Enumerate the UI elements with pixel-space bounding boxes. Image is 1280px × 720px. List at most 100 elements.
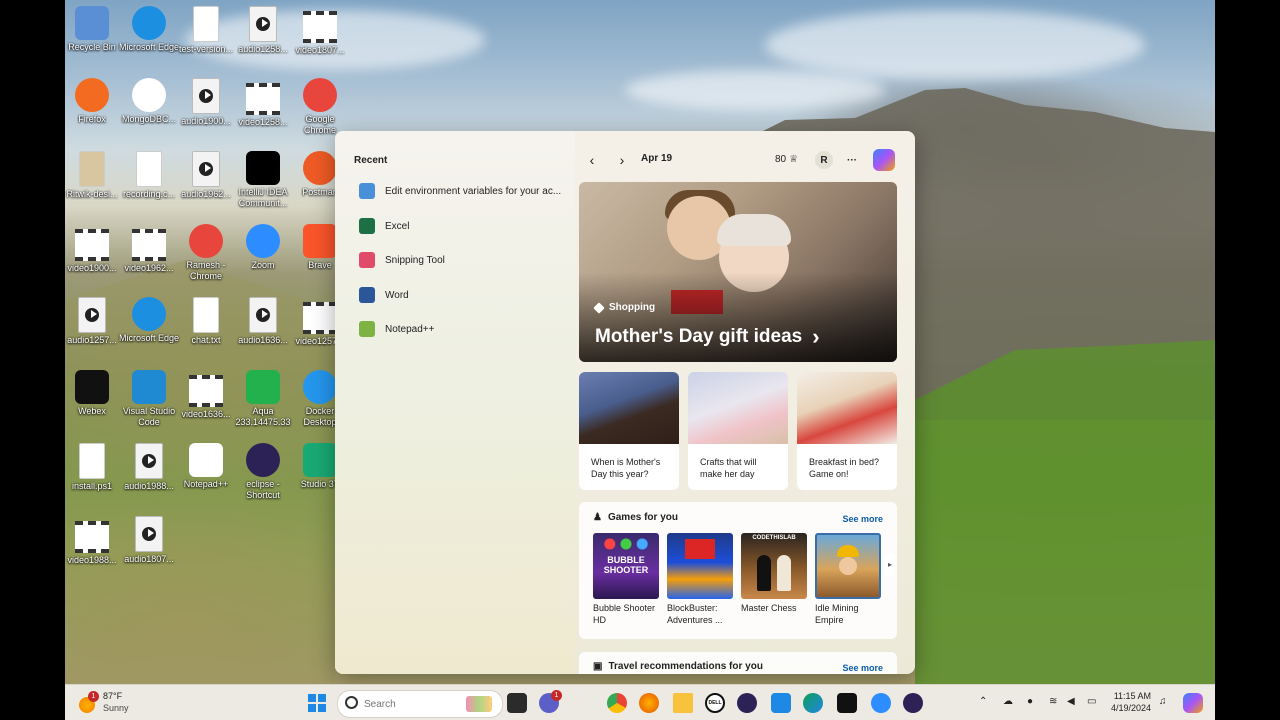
- video-file-icon: [303, 302, 337, 334]
- desktop-icon-label: recording.c...: [122, 189, 176, 199]
- desktop-icon-label: audio1988...: [124, 481, 174, 491]
- desktop-icon[interactable]: recording.c...: [118, 151, 180, 200]
- more-options-icon[interactable]: ···: [843, 151, 861, 169]
- wifi-icon[interactable]: ≋: [1049, 696, 1057, 707]
- desktop-icon[interactable]: audio1257...: [65, 297, 123, 346]
- desktop-icon[interactable]: video1807...: [289, 6, 351, 56]
- desktop-icon[interactable]: Notepad++: [175, 443, 237, 490]
- eclipse-icon[interactable]: [737, 693, 757, 713]
- speaker-icon[interactable]: ◀: [1067, 696, 1075, 707]
- news-card-1[interactable]: When is Mother's Day this year?: [579, 372, 679, 490]
- travel-see-more-link[interactable]: See more: [842, 663, 883, 673]
- desktop-icon[interactable]: Microsoft Edge: [118, 6, 180, 53]
- games-see-more-link[interactable]: See more: [842, 514, 883, 524]
- desktop-icon-label: audio1807...: [124, 554, 174, 564]
- avatar[interactable]: R: [815, 151, 833, 169]
- edge-icon[interactable]: [803, 693, 823, 713]
- desktop-icon[interactable]: chat.txt: [175, 297, 237, 346]
- search-input[interactable]: [362, 696, 466, 712]
- desktop-icon[interactable]: Google Chrome: [289, 78, 351, 136]
- desktop-icon[interactable]: audio1258...: [232, 6, 294, 55]
- desktop-icon[interactable]: video1962...: [118, 224, 180, 274]
- desktop-icon-label: audio1257...: [67, 335, 117, 345]
- recent-item[interactable]: Edit environment variables for your ac..…: [359, 181, 569, 201]
- battery-icon[interactable]: ▭: [1087, 696, 1096, 707]
- desktop-icon[interactable]: Zoom: [232, 224, 294, 271]
- notification-bell-icon[interactable]: ♫: [1159, 696, 1167, 707]
- clock[interactable]: 11:15 AM 4/19/2024: [1111, 690, 1151, 714]
- postman-icon: [303, 151, 337, 185]
- app-icon[interactable]: [771, 693, 791, 713]
- desktop-icon[interactable]: audio1962...: [175, 151, 237, 200]
- suitcase-icon: ▣: [593, 661, 603, 672]
- zoom-icon: [246, 224, 280, 258]
- taskbar-search[interactable]: [337, 690, 503, 718]
- card-caption: When is Mother's Day this year?: [591, 457, 661, 479]
- desktop-icon-label: test-version...: [178, 44, 234, 54]
- desktop-icon[interactable]: eclipse - Shortcut: [232, 443, 294, 501]
- desktop-icon[interactable]: video1900...: [65, 224, 123, 274]
- desktop-icon[interactable]: Webex: [65, 370, 123, 417]
- desktop-icon-label: IntelliJ IDEA Communit...: [238, 187, 288, 208]
- zoom-icon[interactable]: [871, 693, 891, 713]
- copilot-icon[interactable]: [873, 149, 895, 171]
- rewards-points[interactable]: 80 ♕: [775, 154, 798, 165]
- audio-file-icon: [192, 78, 220, 114]
- desktop-icon[interactable]: video1258...: [232, 78, 294, 128]
- hero-card[interactable]: Shopping Mother's Day gift ideas ›: [579, 182, 897, 362]
- scroll-right-icon[interactable]: ▸: [885, 554, 895, 576]
- weather-widget[interactable]: 1 87°F Sunny: [79, 691, 149, 717]
- desktop-icon[interactable]: Microsoft Edge: [118, 297, 180, 344]
- chevron-right-icon[interactable]: ›: [613, 151, 631, 169]
- game-tile-4[interactable]: Idle Mining Empire: [815, 533, 883, 626]
- hero-title-text: Mother's Day gift ideas: [595, 326, 803, 347]
- docker-icon: [303, 370, 337, 404]
- desktop-icon[interactable]: video1636...: [175, 370, 237, 420]
- microphone-icon[interactable]: ●: [1027, 696, 1033, 707]
- game-tile-1[interactable]: BUBBLE SHOOTER Bubble Shooter HD: [593, 533, 661, 626]
- desktop-icon[interactable]: video1988...: [65, 516, 123, 566]
- clock-time: 11:15 AM: [1113, 691, 1152, 701]
- webex-icon[interactable]: [837, 693, 857, 713]
- news-card-2[interactable]: Crafts that will make her day: [688, 372, 788, 490]
- file-explorer-icon[interactable]: [673, 693, 693, 713]
- desktop-icon[interactable]: Recycle Bin: [65, 6, 123, 53]
- video-file-icon: [75, 229, 109, 261]
- desktop-icon-label: video1988...: [67, 555, 117, 565]
- windows-start-icon[interactable]: [307, 693, 327, 713]
- desktop-icon[interactable]: Aqua 233.14475.33: [232, 370, 294, 428]
- recent-item[interactable]: Snipping Tool: [359, 250, 569, 270]
- chevron-left-icon[interactable]: ‹: [583, 151, 601, 169]
- desktop-icon-label: video1258...: [238, 117, 288, 127]
- chrome-icon[interactable]: [607, 693, 627, 713]
- recent-item[interactable]: Notepad++: [359, 319, 569, 339]
- eclipse-icon[interactable]: [903, 693, 923, 713]
- news-card-3[interactable]: Breakfast in bed? Game on!: [797, 372, 897, 490]
- letterbox-right: [1215, 0, 1280, 720]
- desktop-icon[interactable]: Firefox: [65, 78, 123, 125]
- game-tile-3[interactable]: CODETHISLAB Master Chess: [741, 533, 809, 614]
- task-view-icon[interactable]: [507, 693, 527, 713]
- desktop-icon[interactable]: audio1807...: [118, 516, 180, 565]
- desktop-icon[interactable]: Visual Studio Code: [118, 370, 180, 428]
- firefox-icon[interactable]: [639, 693, 659, 713]
- desktop-icon[interactable]: audio1636...: [232, 297, 294, 346]
- cloud-off-icon[interactable]: ☁: [1003, 696, 1013, 707]
- recent-item[interactable]: Word: [359, 285, 569, 305]
- card-image: [579, 372, 679, 444]
- game-label: Master Chess: [741, 603, 797, 613]
- desktop-icon-label: Microsoft Edge: [118, 333, 180, 343]
- recent-item[interactable]: Excel: [359, 216, 569, 236]
- desktop-icon[interactable]: audio1900...: [175, 78, 237, 127]
- desktop-icon[interactable]: test-version...: [175, 6, 237, 55]
- desktop-icon[interactable]: audio1988...: [118, 443, 180, 492]
- desktop-icon[interactable]: Ritwik-desi...: [65, 151, 123, 200]
- desktop-icon[interactable]: IntelliJ IDEA Communit...: [232, 151, 294, 209]
- desktop-icon[interactable]: install.ps1: [65, 443, 123, 492]
- desktop-icon[interactable]: MongoDBC...: [118, 78, 180, 125]
- chevron-up-icon[interactable]: ⌃: [979, 696, 987, 707]
- copilot-icon[interactable]: [1183, 693, 1203, 713]
- desktop-icon[interactable]: Ramesh - Chrome: [175, 224, 237, 282]
- dell-icon[interactable]: DELL: [705, 693, 725, 713]
- game-tile-2[interactable]: BlockBuster: Adventures ...: [667, 533, 735, 626]
